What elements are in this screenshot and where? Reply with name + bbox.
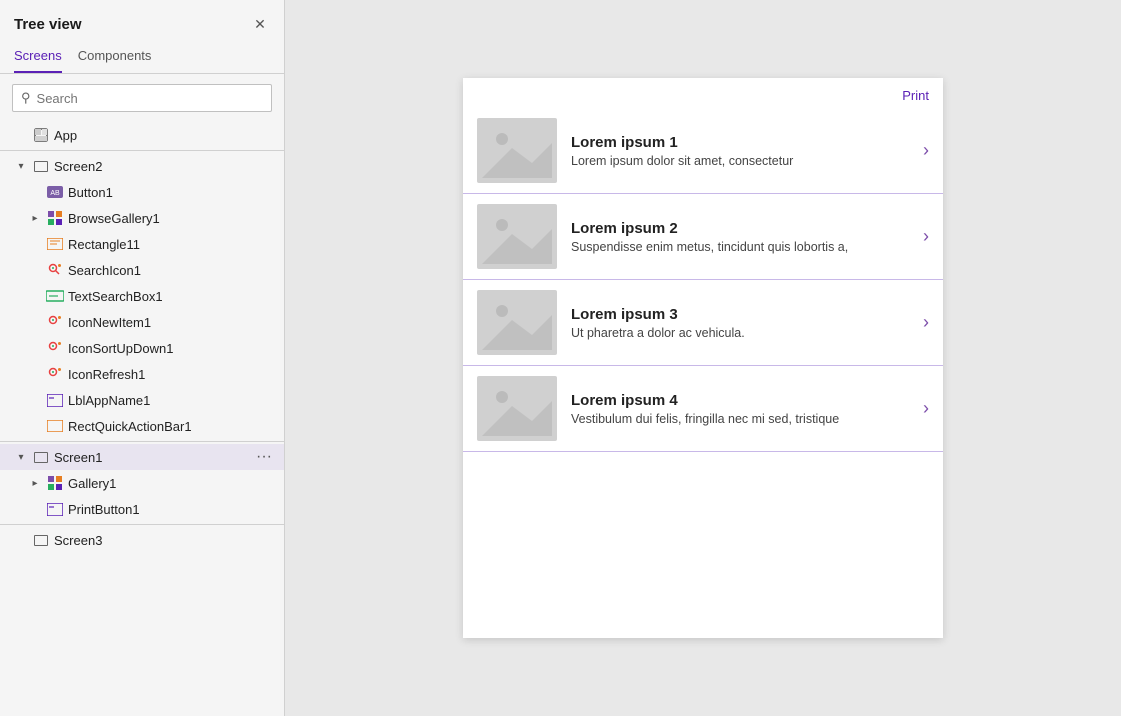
item-chevron-1: › — [923, 140, 929, 161]
iconnewitem1-icon — [46, 313, 64, 331]
search-input[interactable] — [37, 91, 263, 106]
button1-icon: AB — [46, 183, 64, 201]
searchicon1-icon — [46, 261, 64, 279]
lblappname1-label: LblAppName1 — [68, 393, 276, 408]
lblappname1-icon — [46, 391, 64, 409]
search-box: ⚲ — [12, 84, 272, 112]
tree-item-button1[interactable]: AB Button1 — [0, 179, 284, 205]
item-text-2: Lorem ipsum 2 Suspendisse enim metus, ti… — [571, 220, 909, 254]
rectangle11-icon — [46, 235, 64, 253]
screen2-icon — [32, 157, 50, 175]
screen1-label: Screen1 — [54, 450, 248, 465]
list-item[interactable]: Lorem ipsum 3 Ut pharetra a dolor ac veh… — [463, 280, 943, 366]
screen1-icon — [32, 448, 50, 466]
item-text-4: Lorem ipsum 4 Vestibulum dui felis, frin… — [571, 392, 909, 426]
item-chevron-3: › — [923, 312, 929, 333]
app-preview: Print Lorem ipsum 1 Lorem ipsum dolor si… — [463, 78, 943, 638]
item-text-3: Lorem ipsum 3 Ut pharetra a dolor ac veh… — [571, 306, 909, 340]
item-title-1: Lorem ipsum 1 — [571, 134, 909, 151]
app-label: App — [54, 128, 276, 143]
item-chevron-4: › — [923, 398, 929, 419]
tree-item-gallery1[interactable]: Gallery1 — [0, 470, 284, 496]
item-thumbnail-3 — [477, 290, 557, 355]
printbutton1-icon — [46, 500, 64, 518]
chevron-screen1 — [14, 452, 28, 463]
screen3-label: Screen3 — [54, 533, 276, 548]
sidebar: Tree view ✕ Screens Components ⚲ App Scr… — [0, 0, 285, 716]
item-thumbnail-2 — [477, 204, 557, 269]
tree-item-rectangle11[interactable]: Rectangle11 — [0, 231, 284, 257]
search-icon: ⚲ — [21, 90, 31, 106]
item-subtitle-4: Vestibulum dui felis, fringilla nec mi s… — [571, 412, 909, 426]
iconsortupdown1-icon — [46, 339, 64, 357]
tree-item-browsegallery1[interactable]: BrowseGallery1 — [0, 205, 284, 231]
screen2-label: Screen2 — [54, 159, 276, 174]
chevron-browsegallery1[interactable] — [28, 213, 42, 224]
list-item[interactable]: Lorem ipsum 1 Lorem ipsum dolor sit amet… — [463, 108, 943, 194]
tree-item-screen1[interactable]: Screen1 ··· — [0, 444, 284, 470]
screen1-context-menu[interactable]: ··· — [252, 448, 276, 466]
tree-view: App Screen2 AB Button1 — [0, 122, 284, 716]
item-subtitle-2: Suspendisse enim metus, tincidunt quis l… — [571, 240, 909, 254]
tree-item-printbutton1[interactable]: PrintButton1 — [0, 496, 284, 522]
tree-item-iconnewitem1[interactable]: IconNewItem1 — [0, 309, 284, 335]
gallery-list: Lorem ipsum 1 Lorem ipsum dolor sit amet… — [463, 108, 943, 638]
rectquickactionbar1-label: RectQuickActionBar1 — [68, 419, 276, 434]
tree-item-textsearchbox1[interactable]: TextSearchBox1 — [0, 283, 284, 309]
app-icon — [32, 126, 50, 144]
close-button[interactable]: ✕ — [250, 14, 270, 34]
rectangle11-label: Rectangle11 — [68, 237, 276, 252]
tree-item-screen2[interactable]: Screen2 — [0, 153, 284, 179]
item-chevron-2: › — [923, 226, 929, 247]
chevron-gallery1[interactable] — [28, 478, 42, 489]
iconrefresh1-label: IconRefresh1 — [68, 367, 276, 382]
printbutton1-label: PrintButton1 — [68, 502, 276, 517]
tree-item-app[interactable]: App — [0, 122, 284, 148]
list-item[interactable]: Lorem ipsum 2 Suspendisse enim metus, ti… — [463, 194, 943, 280]
searchicon1-label: SearchIcon1 — [68, 263, 276, 278]
print-link[interactable]: Print — [902, 88, 929, 103]
tree-item-searchicon1[interactable]: SearchIcon1 — [0, 257, 284, 283]
textsearchbox1-icon — [46, 287, 64, 305]
tree-item-lblappname1[interactable]: LblAppName1 — [0, 387, 284, 413]
iconsortupdown1-label: IconSortUpDown1 — [68, 341, 276, 356]
screen3-icon — [32, 531, 50, 549]
rectquickactionbar1-icon — [46, 417, 64, 435]
textsearchbox1-label: TextSearchBox1 — [68, 289, 276, 304]
chevron-screen2 — [14, 161, 28, 172]
tab-screens[interactable]: Screens — [14, 42, 62, 73]
item-thumbnail-4 — [477, 376, 557, 441]
item-subtitle-1: Lorem ipsum dolor sit amet, consectetur — [571, 154, 909, 168]
list-item[interactable]: Lorem ipsum 4 Vestibulum dui felis, frin… — [463, 366, 943, 452]
tree-item-iconsortupdown1[interactable]: IconSortUpDown1 — [0, 335, 284, 361]
iconrefresh1-icon — [46, 365, 64, 383]
item-title-2: Lorem ipsum 2 — [571, 220, 909, 237]
svg-text:AB: AB — [50, 190, 60, 197]
browsegallery1-icon — [46, 209, 64, 227]
item-title-3: Lorem ipsum 3 — [571, 306, 909, 323]
item-thumbnail-1 — [477, 118, 557, 183]
tree-item-iconrefresh1[interactable]: IconRefresh1 — [0, 361, 284, 387]
iconnewitem1-label: IconNewItem1 — [68, 315, 276, 330]
sidebar-header: Tree view ✕ — [0, 0, 284, 42]
item-title-4: Lorem ipsum 4 — [571, 392, 909, 409]
button1-label: Button1 — [68, 185, 276, 200]
tree-item-screen3[interactable]: Screen3 — [0, 527, 284, 553]
item-subtitle-3: Ut pharetra a dolor ac vehicula. — [571, 326, 909, 340]
sidebar-title: Tree view — [14, 16, 82, 33]
browsegallery1-label: BrowseGallery1 — [68, 211, 276, 226]
tab-components[interactable]: Components — [78, 42, 152, 73]
sidebar-tabs: Screens Components — [0, 42, 284, 74]
tree-item-rectquickactionbar1[interactable]: RectQuickActionBar1 — [0, 413, 284, 439]
main-content: Print Lorem ipsum 1 Lorem ipsum dolor si… — [285, 0, 1121, 716]
item-text-1: Lorem ipsum 1 Lorem ipsum dolor sit amet… — [571, 134, 909, 168]
gallery1-label: Gallery1 — [68, 476, 276, 491]
gallery1-icon — [46, 474, 64, 492]
